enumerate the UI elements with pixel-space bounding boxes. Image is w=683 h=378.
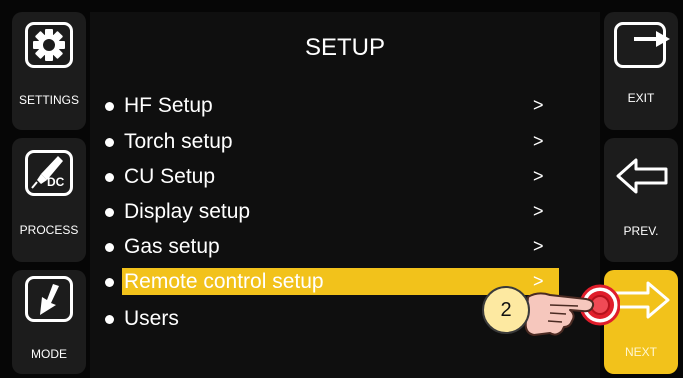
settings-label: SETTINGS: [18, 93, 79, 107]
menu-item-label: HF Setup: [124, 94, 213, 117]
prev-button[interactable]: PREV.: [604, 138, 678, 262]
pressing-hand-icon: [520, 275, 621, 350]
prev-label: PREV.: [623, 224, 659, 238]
chevron-right-icon: >: [533, 95, 544, 115]
chevron-right-icon: >: [533, 201, 544, 221]
menu-item-label: Torch setup: [124, 130, 233, 153]
menu-item-display-setup[interactable]: Display setup >: [100, 195, 560, 229]
chevron-right-icon: >: [533, 236, 544, 256]
process-label: PROCESS: [19, 223, 79, 237]
left-arrow-icon: [614, 156, 670, 201]
menu-item-cu-setup[interactable]: CU Setup >: [100, 160, 560, 194]
right-arrow-icon: [612, 278, 672, 327]
menu-item-label: Gas setup: [124, 235, 220, 258]
torch-icon: DC: [25, 150, 73, 196]
page-title: SETUP: [304, 34, 385, 61]
chevron-right-icon: >: [533, 131, 544, 151]
menu-item-torch-setup[interactable]: Torch setup >: [100, 125, 560, 159]
bullet-icon: [105, 243, 114, 252]
menu-item-label: Remote control setup: [124, 270, 324, 293]
device-screen: SETTINGS DC PROCESS MODE SETUP HF Setup …: [0, 0, 683, 378]
mode-button[interactable]: MODE: [12, 270, 86, 374]
menu-item-label: Display setup: [124, 200, 251, 223]
exit-arrow-icon: [614, 22, 670, 68]
down-arrow-icon: [25, 276, 73, 322]
mode-label: MODE: [31, 347, 67, 361]
settings-button[interactable]: SETTINGS: [12, 12, 86, 130]
gear-icon: [25, 22, 73, 68]
bullet-icon: [105, 208, 114, 217]
menu-item-label: CU Setup: [124, 165, 216, 188]
step-badge: 2: [482, 286, 530, 334]
bullet-icon: [105, 102, 114, 111]
menu-item-hf-setup[interactable]: HF Setup >: [100, 89, 560, 123]
exit-button[interactable]: EXIT: [604, 12, 678, 130]
menu-item-gas-setup[interactable]: Gas setup >: [100, 230, 560, 264]
dc-label: DC: [47, 175, 65, 189]
process-button[interactable]: DC PROCESS: [12, 138, 86, 262]
bullet-icon: [105, 315, 114, 324]
bullet-icon: [105, 173, 114, 182]
bullet-icon: [105, 278, 114, 287]
menu-item-label: Users: [124, 307, 179, 330]
chevron-right-icon: >: [533, 166, 544, 186]
bullet-icon: [105, 138, 114, 147]
exit-label: EXIT: [627, 91, 655, 105]
